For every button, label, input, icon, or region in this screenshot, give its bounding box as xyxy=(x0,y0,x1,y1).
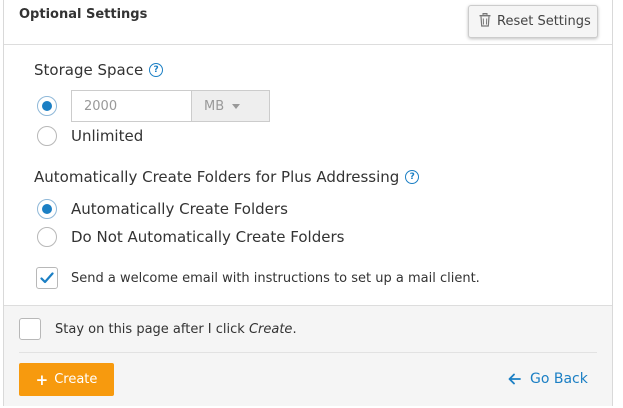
reset-settings-button[interactable]: Reset Settings xyxy=(468,5,598,38)
stay-on-page-option[interactable]: Stay on this page after I click Create. xyxy=(19,318,297,340)
create-button[interactable]: + Create xyxy=(19,363,114,396)
folders-auto-option[interactable]: Automatically Create Folders xyxy=(37,199,288,219)
panel-title: Optional Settings xyxy=(19,7,148,22)
go-back-link[interactable]: Go Back xyxy=(508,371,588,387)
create-button-label: Create xyxy=(54,372,98,387)
go-back-label: Go Back xyxy=(530,371,588,387)
welcome-email-label: Send a welcome email with instructions t… xyxy=(71,270,480,286)
welcome-email-option[interactable]: Send a welcome email with instructions t… xyxy=(36,267,480,289)
arrow-left-icon xyxy=(508,373,521,385)
trash-icon xyxy=(479,12,497,31)
storage-space-text: Storage Space xyxy=(34,61,144,79)
help-icon[interactable]: ? xyxy=(149,63,164,77)
storage-unit-select[interactable]: MB xyxy=(191,90,270,122)
folders-auto-label: Automatically Create Folders xyxy=(71,200,288,218)
stay-on-page-text: Stay on this page after I click xyxy=(55,321,249,337)
folders-none-radio[interactable] xyxy=(37,227,57,247)
storage-limited-radio[interactable] xyxy=(37,96,57,116)
folders-section-label: Automatically Create Folders for Plus Ad… xyxy=(34,168,420,186)
storage-limited-option[interactable] xyxy=(37,96,71,116)
stay-on-page-label: Stay on this page after I click Create. xyxy=(55,322,297,337)
checkmark-icon xyxy=(40,272,54,284)
stay-on-page-checkbox[interactable] xyxy=(19,318,41,340)
storage-space-label: Storage Space ? xyxy=(34,61,164,79)
stay-on-page-suffix: . xyxy=(292,321,297,337)
optional-settings-panel: Optional Settings Reset Settings Storage… xyxy=(3,0,613,406)
welcome-email-checkbox[interactable] xyxy=(36,267,58,289)
storage-input-group: MB xyxy=(71,90,270,122)
folders-auto-radio[interactable] xyxy=(37,199,57,219)
help-icon[interactable]: ? xyxy=(405,170,420,184)
form-footer: Stay on this page after I click Create. … xyxy=(4,305,612,406)
footer-divider xyxy=(19,352,597,353)
storage-unlimited-option[interactable]: Unlimited xyxy=(37,126,143,146)
stay-on-page-emphasis: Create xyxy=(248,321,293,337)
reset-settings-label: Reset Settings xyxy=(497,14,591,29)
storage-unit-value: MB xyxy=(204,98,225,114)
plus-icon: + xyxy=(35,370,49,389)
storage-unlimited-label: Unlimited xyxy=(71,127,144,145)
storage-unlimited-radio[interactable] xyxy=(37,126,57,146)
caret-down-icon xyxy=(232,103,241,109)
folders-section-text: Automatically Create Folders for Plus Ad… xyxy=(34,168,400,186)
panel-header: Optional Settings Reset Settings xyxy=(4,0,612,45)
storage-size-input[interactable] xyxy=(71,90,191,122)
folders-none-label: Do Not Automatically Create Folders xyxy=(71,228,345,246)
folders-none-option[interactable]: Do Not Automatically Create Folders xyxy=(37,227,344,247)
